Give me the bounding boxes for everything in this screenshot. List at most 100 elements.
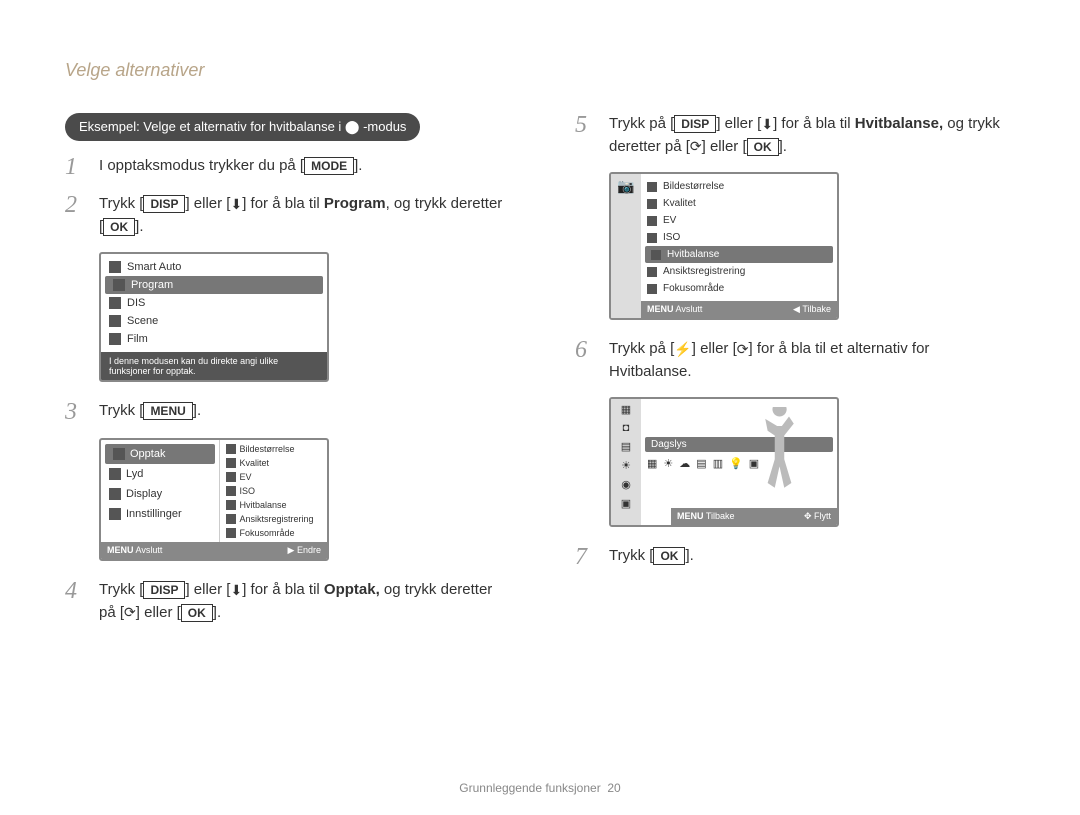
menu-item: Ansiktsregistrering: [220, 512, 327, 526]
ev-icon: [647, 216, 657, 226]
step-2: 2 Trykk [DISP] eller [⬇] for å bla til P…: [65, 193, 505, 238]
timer-icon: ⟳: [737, 339, 749, 360]
flash-icon: ⚡: [674, 339, 691, 360]
step-3: 3 Trykk [MENU].: [65, 400, 505, 424]
step-5: 5 Trykk på [DISP] eller [⬇] for å bla ti…: [575, 113, 1015, 158]
scene-icon: [109, 315, 121, 327]
wb-icon: [651, 250, 661, 260]
focus-icon: ▣: [621, 497, 631, 510]
mode-button-label: MODE: [304, 157, 354, 175]
menu-item: Fokusområde: [641, 280, 837, 297]
sidebar-item-lyd: Lyd: [101, 464, 219, 484]
menu-item: Ansiktsregistrering: [641, 263, 837, 280]
sidebar-item-innstillinger: Innstillinger: [101, 504, 219, 524]
step-text: Trykk [MENU].: [99, 400, 201, 423]
right-column: 5 Trykk på [DISP] eller [⬇] for å bla ti…: [575, 113, 1015, 638]
wb-daylight-icon: ☀: [663, 457, 673, 470]
focus-icon: [647, 284, 657, 294]
wb-cloudy-icon: ☁: [679, 457, 690, 470]
step-number: 7: [575, 545, 591, 569]
camera-icon: [113, 448, 125, 460]
timer-icon: ⟳: [690, 136, 702, 157]
camera-tab-icon: 📷: [617, 178, 634, 195]
menu-item: Hvitbalanse: [220, 498, 327, 512]
dis-icon: [109, 297, 121, 309]
person-silhouette: [742, 407, 817, 502]
size-icon: ▦: [621, 403, 631, 416]
screenshot-footer: MENU Avslutt ◀ Tilbake: [641, 301, 837, 318]
example-pill: Eksempel: Velge et alternativ for hvitba…: [65, 113, 420, 141]
step-text: Trykk [OK].: [609, 545, 694, 568]
wb-fluor-l-icon: ▥: [713, 457, 723, 470]
disp-button-label: DISP: [674, 115, 716, 133]
step-1: 1 I opptaksmodus trykker du på [MODE].: [65, 155, 505, 179]
step-number: 3: [65, 400, 81, 424]
step-text: I opptaksmodus trykker du på [MODE].: [99, 155, 362, 178]
face-icon: [647, 267, 657, 277]
mode-item: DIS: [101, 294, 327, 312]
wb-icon: ☀: [621, 459, 631, 472]
mode-item: Film: [101, 330, 327, 348]
step-7: 7 Trykk [OK].: [575, 545, 1015, 569]
screenshot-settings: 📷 Bildestørrelse Kvalitet EV ISO Hvitbal…: [609, 172, 839, 320]
step-text: Trykk på [DISP] eller [⬇] for å bla til …: [609, 113, 1015, 158]
mode-description: I denne modusen kan du direkte angi ulik…: [101, 352, 327, 380]
sound-icon: [109, 468, 121, 480]
face-icon: ◉: [621, 478, 631, 491]
wb-icon: [226, 500, 236, 510]
left-column: Eksempel: Velge et alternativ for hvitba…: [65, 113, 505, 638]
quality-icon: [226, 458, 236, 468]
size-icon: [226, 444, 236, 454]
step-text: Trykk [DISP] eller [⬇] for å bla til Pro…: [99, 193, 505, 238]
page-title: Velge alternativer: [65, 60, 1015, 81]
mode-item: Scene: [101, 312, 327, 330]
step-number: 1: [65, 155, 81, 179]
menu-item: EV: [220, 470, 327, 484]
smart-auto-icon: [109, 261, 121, 273]
wb-fluor-h-icon: ▤: [696, 457, 706, 470]
menu-button-label: MENU: [143, 402, 192, 420]
step-4: 4 Trykk [DISP] eller [⬇] for å bla til O…: [65, 579, 505, 624]
screenshot-menu: Opptak Lyd Display Innstillinger Bildest…: [99, 438, 329, 561]
menu-item: ISO: [641, 229, 837, 246]
mode-item: Smart Auto: [101, 258, 327, 276]
step-number: 5: [575, 113, 591, 137]
down-icon: ⬇: [230, 580, 242, 601]
size-icon: [647, 182, 657, 192]
screenshot-footer: MENU Tilbake ✥ Flytt: [671, 508, 837, 525]
menu-item: Fokusområde: [220, 526, 327, 540]
timer-icon: ⟳: [124, 602, 136, 623]
menu-item: Bildestørrelse: [641, 178, 837, 195]
step-number: 4: [65, 579, 81, 603]
disp-button-label: DISP: [143, 195, 185, 213]
capture-icon: ◘: [623, 422, 630, 434]
ok-button-label: OK: [747, 138, 779, 156]
gear-icon: [109, 508, 121, 520]
step-text: Trykk [DISP] eller [⬇] for å bla til Opp…: [99, 579, 505, 624]
down-icon: ⬇: [761, 114, 773, 135]
down-icon: ⬇: [230, 194, 242, 215]
iso-icon: [226, 486, 236, 496]
wb-auto-icon: ▦: [647, 457, 657, 470]
iso-icon: [647, 233, 657, 243]
ok-button-label: OK: [181, 604, 213, 622]
iso-icon: ▤: [621, 440, 631, 453]
menu-item: Bildestørrelse: [220, 442, 327, 456]
mode-item: Program: [105, 276, 323, 294]
wb-tungsten-icon: 💡: [729, 457, 743, 470]
focus-icon: [226, 528, 236, 538]
step-6: 6 Trykk på [⚡] eller [⟳] for å bla til e…: [575, 338, 1015, 383]
screenshot-footer: MENU Avslutt ▶ Endre: [101, 542, 327, 559]
ev-icon: [226, 472, 236, 482]
step-number: 2: [65, 193, 81, 217]
ok-button-label: OK: [653, 547, 685, 565]
program-icon: [113, 279, 125, 291]
page-footer: Grunnleggende funksjoner 20: [0, 781, 1080, 795]
menu-item: ISO: [220, 484, 327, 498]
sidebar-item-display: Display: [101, 484, 219, 504]
menu-item: Kvalitet: [641, 195, 837, 212]
quality-icon: [647, 199, 657, 209]
step-number: 6: [575, 338, 591, 362]
ok-button-label: OK: [103, 218, 135, 236]
menu-item: Kvalitet: [220, 456, 327, 470]
